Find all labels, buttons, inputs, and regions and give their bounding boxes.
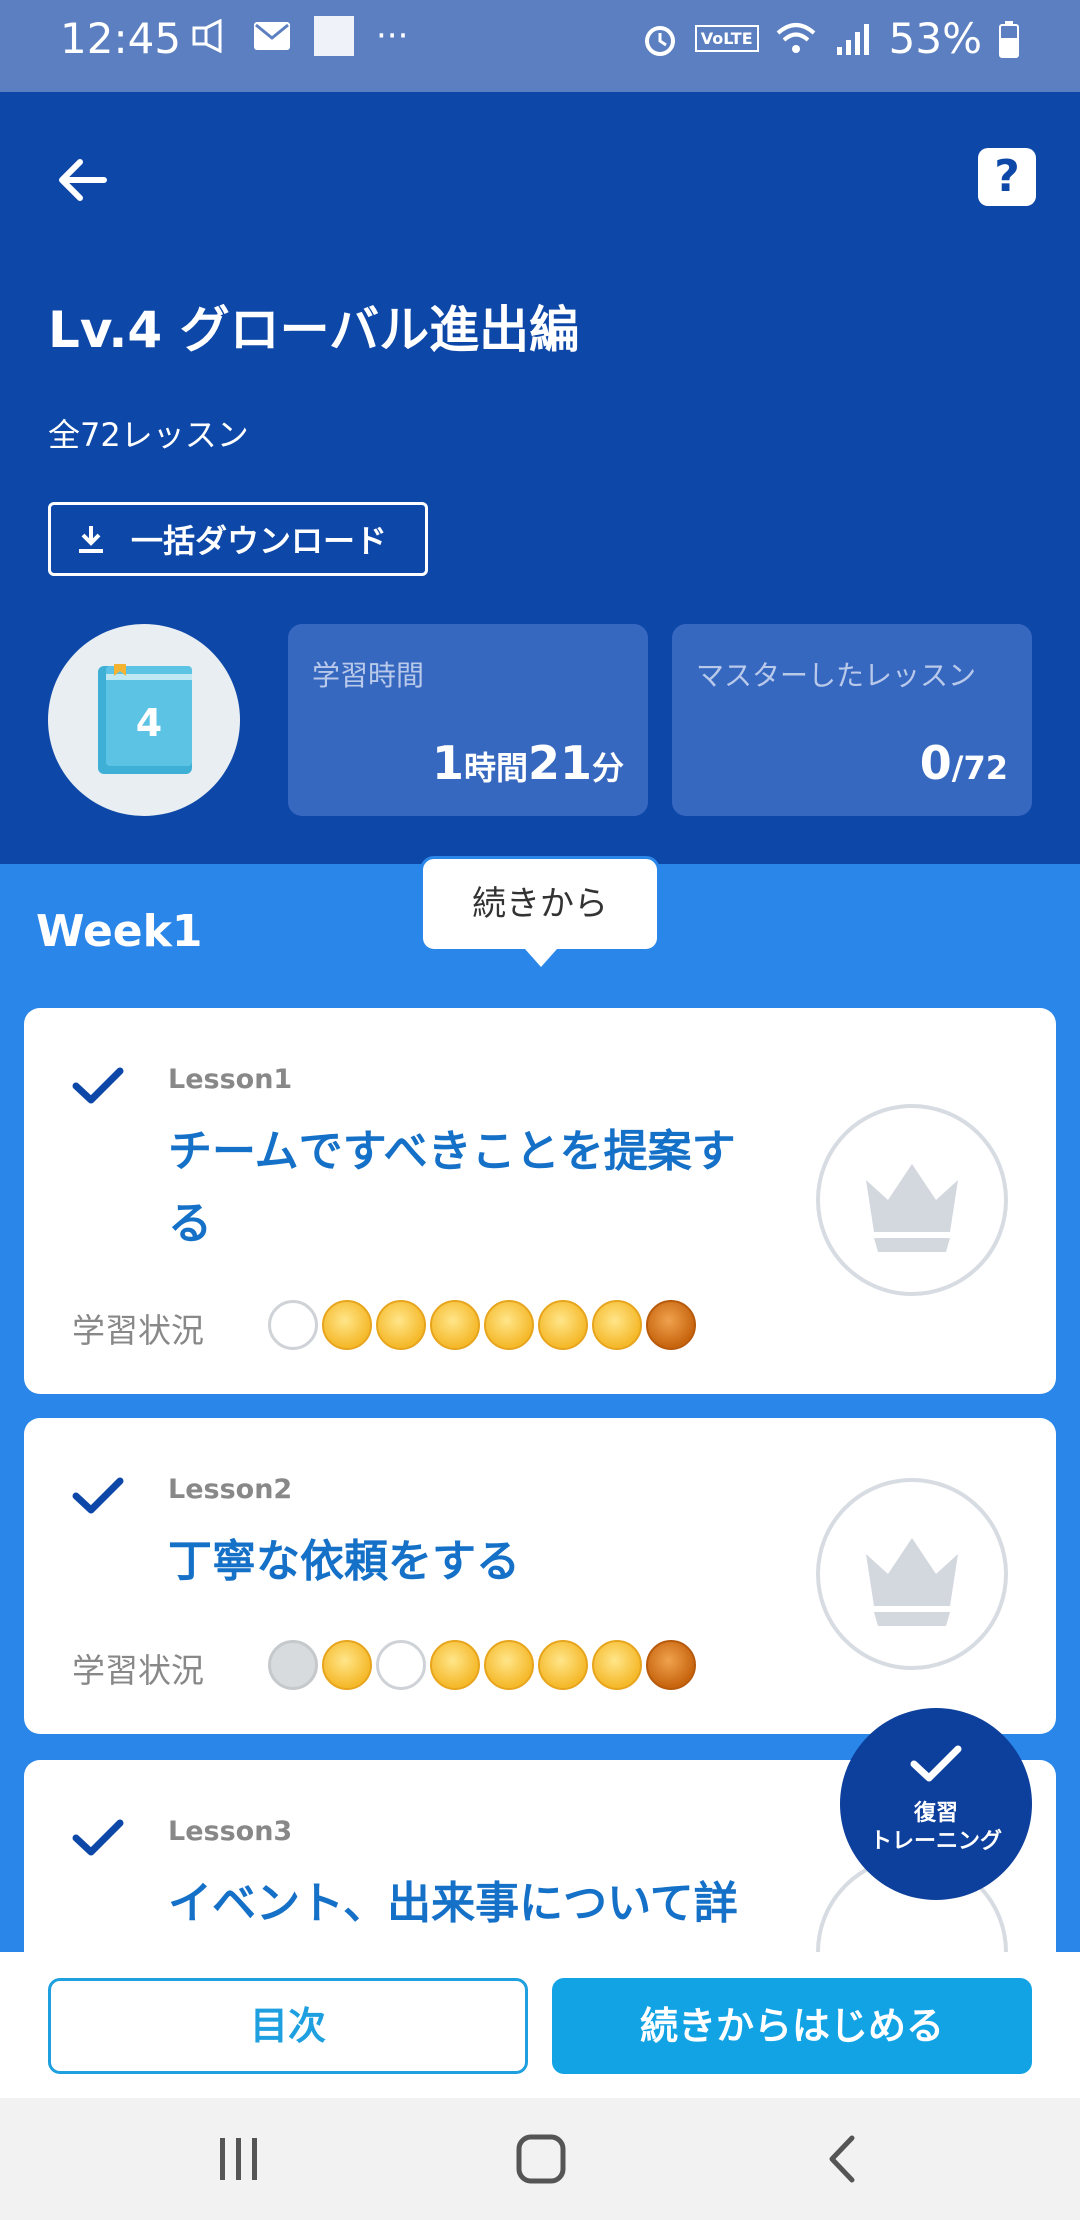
square-icon — [314, 16, 354, 56]
crown-icon — [866, 1538, 958, 1626]
bulk-download-button[interactable]: 一括ダウンロード — [48, 502, 428, 576]
study-time-value: 1時間21分 — [432, 736, 624, 790]
continue-button[interactable]: 続きからはじめる — [552, 1978, 1032, 2074]
gold-medal-icon — [430, 1300, 480, 1350]
mastered-count: 0 — [919, 736, 952, 790]
gold-medal-icon — [592, 1640, 642, 1690]
gold-medal-icon — [484, 1640, 534, 1690]
gray-medal-icon — [268, 1640, 318, 1690]
status-bar: 12:45 ··· VoLTE 53% — [0, 0, 1080, 92]
lesson-card[interactable]: Lesson2 丁寧な依頼をする 学習状況 — [24, 1418, 1056, 1734]
help-button[interactable]: ? — [978, 148, 1036, 206]
study-minutes: 21 — [527, 736, 592, 790]
bottom-action-bar: 目次 続きからはじめる — [0, 1952, 1080, 2098]
empty-medal-icon — [376, 1640, 426, 1690]
signal-icon — [836, 23, 869, 55]
review-training-line2: トレーニング — [869, 1829, 1002, 1854]
mastered-lessons-card: マスターしたレッスン 0/72 — [672, 624, 1032, 816]
crown-badge — [816, 1104, 1008, 1296]
empty-medal-icon — [268, 1300, 318, 1350]
crown-icon — [866, 1164, 958, 1252]
gold-medal-icon — [322, 1300, 372, 1350]
checkmark-icon — [72, 1819, 124, 1856]
study-status-label: 学習状況 — [72, 1311, 204, 1350]
status-time: 12:45 — [60, 14, 182, 63]
gold-medal-icon — [322, 1640, 372, 1690]
gold-medal-icon — [376, 1300, 426, 1350]
system-nav-bar — [0, 2098, 1080, 2220]
bronze-medal-icon — [646, 1640, 696, 1690]
study-minutes-unit: 分 — [591, 749, 624, 787]
lesson-number: Lesson3 — [168, 1816, 293, 1847]
week-title: Week1 — [36, 906, 203, 957]
review-training-label: 復習 トレーニング — [840, 1800, 1032, 1856]
course-header: ? Lv.4 グローバル進出編 全72レッスン 一括ダウンロード 4 学習時間 … — [0, 92, 1080, 864]
back-nav-icon[interactable] — [822, 2132, 862, 2186]
more-indicator: ··· — [376, 16, 409, 56]
download-label: 一括ダウンロード — [131, 522, 388, 560]
bronze-medal-icon — [646, 1300, 696, 1350]
level-book-badge: 4 — [48, 624, 240, 816]
battery-icon — [999, 20, 1019, 58]
gold-medal-icon — [538, 1300, 588, 1350]
book-number: 4 — [136, 701, 162, 745]
lesson-title: 丁寧な依頼をする — [168, 1536, 520, 1587]
continue-tooltip: 続きから — [420, 856, 660, 967]
study-hours: 1 — [431, 736, 464, 790]
mastered-label: マスターしたレッスン — [696, 659, 977, 692]
gold-medal-icon — [484, 1300, 534, 1350]
medal-row — [268, 1300, 696, 1350]
book-icon: 4 — [98, 664, 192, 774]
study-time-card: 学習時間 1時間21分 — [288, 624, 648, 816]
alarm-icon — [644, 25, 675, 56]
review-training-button[interactable]: 復習 トレーニング — [840, 1708, 1032, 1900]
gold-medal-icon — [538, 1640, 588, 1690]
course-title: Lv.4 グローバル進出編 — [48, 301, 580, 359]
speaker-icon — [192, 19, 222, 53]
recent-apps-icon[interactable] — [214, 2132, 264, 2186]
checkmark-icon — [72, 1067, 124, 1104]
lesson-title: チームですべきことを提案する — [168, 1126, 736, 1249]
back-arrow-icon[interactable] — [52, 148, 116, 212]
home-icon[interactable] — [514, 2132, 568, 2186]
battery-level: 53% — [888, 14, 982, 63]
study-time-label: 学習時間 — [312, 659, 425, 692]
crown-badge — [816, 1478, 1008, 1670]
mail-icon — [254, 22, 290, 50]
table-of-contents-button[interactable]: 目次 — [48, 1978, 528, 2074]
download-icon — [79, 526, 103, 553]
mastered-value: 0/72 — [920, 736, 1008, 790]
lesson-number: Lesson2 — [168, 1474, 293, 1505]
wifi-icon — [776, 22, 815, 53]
lesson-title: イベント、出来事について詳 — [168, 1878, 738, 1929]
lesson-count: 全72レッスン — [48, 416, 249, 454]
status-left-icons: ··· — [190, 16, 408, 56]
checkmark-icon — [72, 1477, 124, 1514]
gold-medal-icon — [592, 1300, 642, 1350]
status-right-icons: VoLTE 53% — [641, 14, 1020, 63]
review-training-line1: 復習 — [913, 1801, 958, 1826]
mastered-total: /72 — [951, 749, 1008, 787]
study-status-label: 学習状況 — [72, 1651, 204, 1690]
lesson-number: Lesson1 — [168, 1064, 293, 1095]
lesson-card[interactable]: Lesson1 チームですべきことを提案する 学習状況 — [24, 1008, 1056, 1394]
gold-medal-icon — [430, 1640, 480, 1690]
study-hours-unit: 時間 — [463, 749, 528, 787]
volte-icon: VoLTE — [694, 25, 759, 52]
medal-row — [268, 1640, 696, 1690]
checkmark-icon — [910, 1745, 962, 1782]
